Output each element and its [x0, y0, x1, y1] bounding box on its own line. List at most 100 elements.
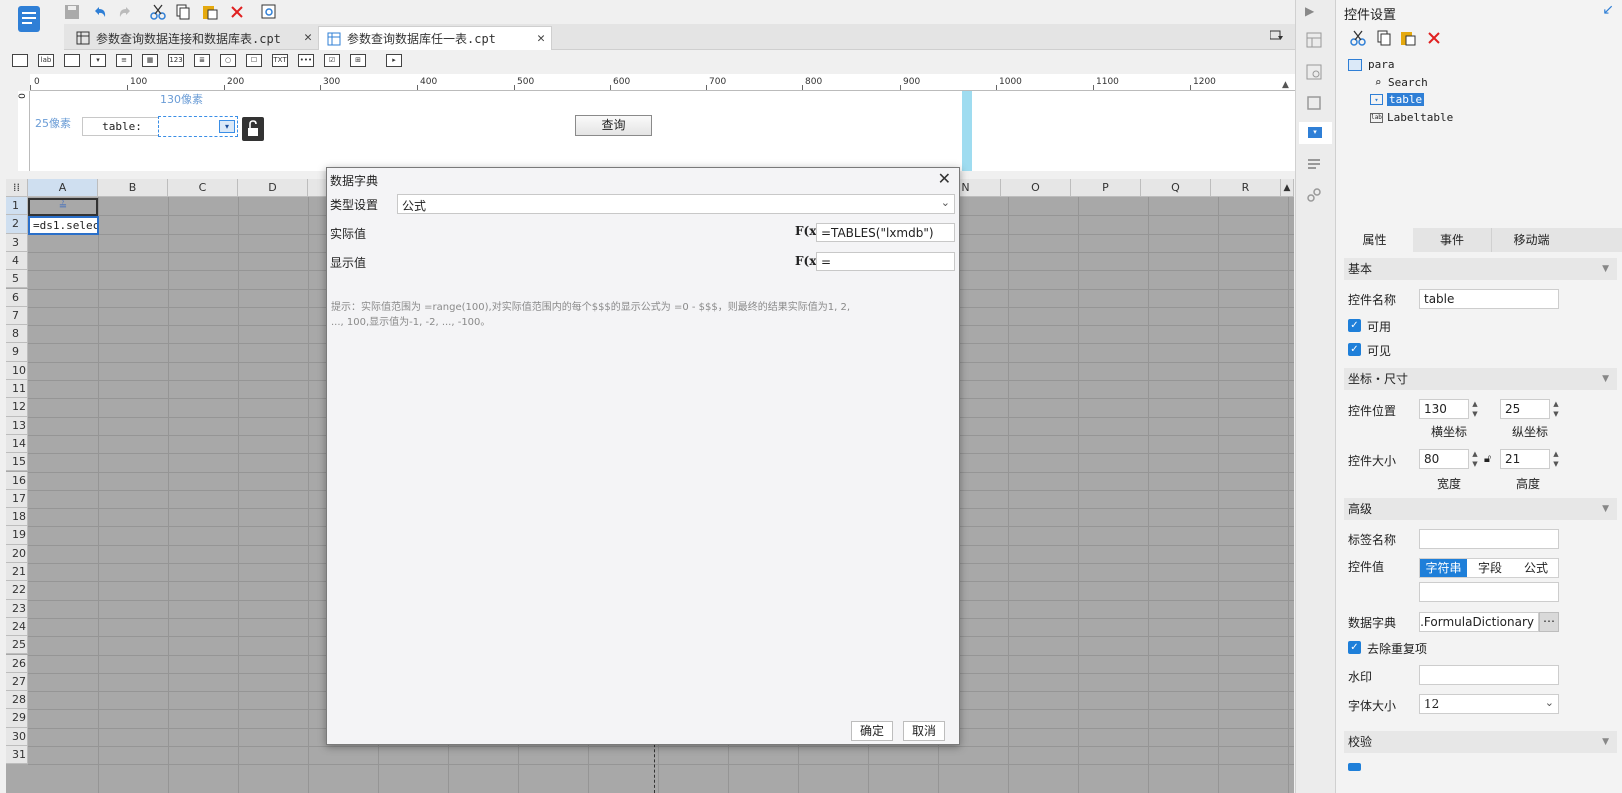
chevron-right-icon[interactable]: ▶	[1305, 4, 1314, 18]
row-header[interactable]: 24	[6, 617, 28, 637]
section-coords[interactable]: 坐标・尺寸 ▼	[1344, 368, 1617, 390]
row-header[interactable]: 30	[6, 727, 28, 746]
textbox-widget-icon[interactable]	[64, 54, 80, 67]
listbox-widget-icon[interactable]: ≡	[116, 54, 132, 67]
text-widget-icon[interactable]: TXT	[272, 54, 288, 67]
row-header[interactable]: 1	[6, 197, 28, 216]
checkbox-group-icon[interactable]: ☑	[324, 54, 340, 67]
cell-a2[interactable]: =ds1.selec	[28, 216, 99, 235]
dedupe-checkbox[interactable]: ✓	[1348, 641, 1361, 654]
paste-icon[interactable]	[200, 2, 220, 22]
type-setting-select[interactable]: 公式 ⌄	[397, 194, 955, 214]
select-all-corner[interactable]: ⁞⁞	[6, 179, 28, 197]
display-value-input[interactable]: =	[816, 252, 955, 271]
row-header[interactable]: 19	[6, 526, 28, 545]
dropdown-arrow-icon[interactable]: ▾	[219, 120, 235, 133]
row-header[interactable]: 12	[6, 398, 28, 417]
query-button[interactable]: 查询	[575, 115, 652, 136]
tree-node-search[interactable]: ⌕ Search	[1372, 76, 1428, 89]
more-options-icon[interactable]: ⋯	[1539, 612, 1559, 632]
row-header[interactable]: 3	[6, 233, 28, 252]
paste-icon[interactable]	[1400, 30, 1416, 49]
label-widget-icon[interactable]: lab	[38, 54, 54, 67]
tree-node-table[interactable]: ▾ table	[1370, 93, 1425, 106]
row-header[interactable]: 11	[6, 380, 28, 399]
spinner-icon[interactable]: ▲ ▼	[1550, 399, 1562, 419]
table-combobox-widget[interactable]: ▾	[158, 116, 238, 137]
row-header[interactable]: 6	[6, 288, 28, 307]
cut-icon[interactable]	[1350, 30, 1366, 49]
row-header[interactable]: 26	[6, 654, 28, 673]
more-widgets-icon[interactable]: ▸	[386, 54, 402, 67]
tree-widget-icon[interactable]: ⊞	[350, 54, 366, 67]
row-header[interactable]: 16	[6, 471, 28, 490]
enabled-checkbox[interactable]: ✓	[1348, 319, 1361, 332]
pos-x-input[interactable]: 130	[1419, 399, 1469, 419]
number-widget-icon[interactable]: 123	[168, 54, 184, 67]
height-input[interactable]: 21	[1500, 449, 1550, 469]
delete-icon[interactable]	[227, 2, 247, 22]
unlock-icon[interactable]	[242, 117, 264, 141]
row-header[interactable]: 21	[6, 563, 28, 582]
row-header[interactable]: 27	[6, 672, 28, 692]
spinner-icon[interactable]: ▲ ▼	[1469, 399, 1481, 419]
row-header[interactable]: 14	[6, 434, 28, 454]
parameter-pane[interactable]: 130像素 25像素 table: ▾ 查询	[30, 91, 1295, 171]
tab-properties[interactable]: 属性	[1336, 228, 1413, 252]
cancel-button[interactable]: 取消	[903, 721, 945, 741]
section-basic[interactable]: 基本 ▼	[1344, 258, 1617, 280]
textarea-widget-icon[interactable]: ≣	[194, 54, 210, 67]
pos-y-input[interactable]: 25	[1500, 399, 1550, 419]
close-icon[interactable]: ✕	[304, 30, 312, 45]
row-header[interactable]: 18	[6, 508, 28, 527]
column-header[interactable]: C	[168, 179, 238, 197]
spinner-icon[interactable]: ▲ ▼	[1550, 449, 1562, 469]
cut-icon[interactable]	[148, 2, 168, 22]
row-header[interactable]: 29	[6, 709, 28, 728]
row-header[interactable]: 2	[6, 215, 28, 234]
row-header[interactable]: 9	[6, 343, 28, 362]
column-header[interactable]: D	[238, 179, 308, 197]
row-header[interactable]: 5	[6, 270, 28, 289]
row-header[interactable]: 23	[6, 599, 28, 618]
undo-icon[interactable]	[90, 2, 110, 22]
tab-mobile[interactable]: 移动端	[1491, 228, 1571, 252]
lock-icon[interactable]: 🔓︎	[1484, 452, 1491, 466]
preview-icon[interactable]	[259, 2, 279, 22]
tab-file-1[interactable]: 参数查询数据连接和数据库表.cpt ✕	[68, 26, 318, 50]
button-widget-icon[interactable]	[12, 54, 28, 67]
collapse-arrow-icon[interactable]: ↙	[1602, 2, 1614, 18]
column-header[interactable]: P	[1071, 179, 1141, 197]
section-advanced[interactable]: 高级 ▼	[1344, 498, 1617, 520]
row-header[interactable]: 7	[6, 306, 28, 326]
cell-element-icon[interactable]	[1306, 64, 1322, 83]
row-header[interactable]: 28	[6, 691, 28, 710]
font-size-select[interactable]: 12 ⌄	[1419, 694, 1559, 714]
data-dict-input[interactable]: npl.FormulaDictionary	[1419, 612, 1539, 632]
name-input[interactable]: table	[1419, 289, 1559, 309]
row-header[interactable]: 20	[6, 544, 28, 563]
column-header[interactable]: Q	[1141, 179, 1211, 197]
app-logo-icon[interactable]	[16, 4, 42, 34]
scroll-up-icon[interactable]: ▲	[1282, 80, 1294, 92]
row-header[interactable]: 4	[6, 251, 28, 271]
table-label-widget[interactable]: table:	[82, 117, 162, 136]
widget-settings-tab[interactable]: ▾	[1299, 122, 1332, 144]
row-header[interactable]: 31	[6, 746, 28, 765]
checkbox-widget-icon[interactable]: ☐	[246, 54, 262, 67]
row-header[interactable]: 13	[6, 416, 28, 435]
actual-value-input[interactable]: =TABLES("lxmdb")	[816, 223, 955, 242]
copy-icon[interactable]	[1376, 30, 1392, 49]
column-header[interactable]: R	[1211, 179, 1281, 197]
tree-node-para[interactable]: para	[1348, 58, 1395, 71]
password-widget-icon[interactable]: •••	[298, 54, 314, 67]
row-header[interactable]: 15	[6, 453, 28, 472]
widget-value-input[interactable]	[1419, 582, 1559, 602]
condition-icon[interactable]	[1306, 156, 1322, 175]
spinner-icon[interactable]: ▲ ▼	[1469, 449, 1481, 469]
save-icon[interactable]	[62, 2, 82, 22]
combobox-widget-icon[interactable]: ▾	[90, 54, 106, 67]
date-widget-icon[interactable]: ▦	[142, 54, 158, 67]
column-header[interactable]: B	[98, 179, 168, 197]
cell-attr-icon[interactable]	[1306, 32, 1322, 51]
